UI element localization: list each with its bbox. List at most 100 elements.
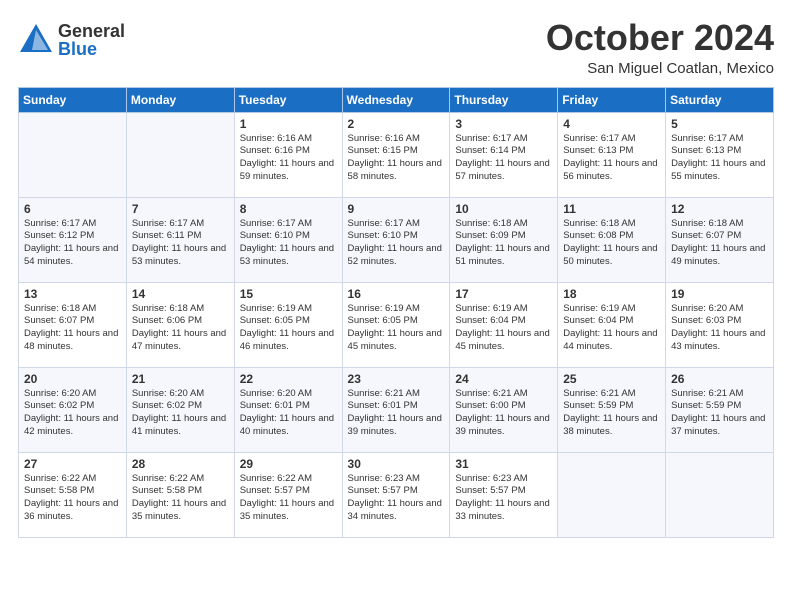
day-number: 28 (132, 457, 229, 471)
day-info: Sunrise: 6:17 AM Sunset: 6:13 PM Dayligh… (563, 133, 660, 184)
calendar-week-row: 20Sunrise: 6:20 AM Sunset: 6:02 PM Dayli… (19, 367, 774, 452)
day-info: Sunrise: 6:20 AM Sunset: 6:03 PM Dayligh… (671, 303, 768, 354)
location-title: San Miguel Coatlan, Mexico (546, 60, 774, 77)
day-info: Sunrise: 6:17 AM Sunset: 6:13 PM Dayligh… (671, 133, 768, 184)
table-row: 25 Sunrise: 6:21 AM Sunset: 5:59 PM Dayli… (558, 367, 666, 452)
day-number: 6 (24, 202, 121, 216)
table-row: 15 Sunrise: 6:19 AM Sunset: 6:05 PM Dayli… (234, 282, 342, 367)
day-info: Sunrise: 6:17 AM Sunset: 6:11 PM Dayligh… (132, 218, 229, 269)
day-info: Sunrise: 6:21 AM Sunset: 6:01 PM Dayligh… (348, 388, 445, 439)
day-number: 17 (455, 287, 552, 301)
col-tuesday: Tuesday (234, 87, 342, 112)
day-number: 1 (240, 117, 337, 131)
col-monday: Monday (126, 87, 234, 112)
table-row: 11 Sunrise: 6:18 AM Sunset: 6:08 PM Dayli… (558, 197, 666, 282)
logo-general-text: General (58, 22, 125, 40)
day-info: Sunrise: 6:23 AM Sunset: 5:57 PM Dayligh… (348, 473, 445, 524)
day-info: Sunrise: 6:23 AM Sunset: 5:57 PM Dayligh… (455, 473, 552, 524)
table-row: 3 Sunrise: 6:17 AM Sunset: 6:14 PM Daylig… (450, 112, 558, 197)
day-number: 13 (24, 287, 121, 301)
table-row: 13 Sunrise: 6:18 AM Sunset: 6:07 PM Dayli… (19, 282, 127, 367)
day-info: Sunrise: 6:19 AM Sunset: 6:04 PM Dayligh… (455, 303, 552, 354)
col-thursday: Thursday (450, 87, 558, 112)
day-info: Sunrise: 6:22 AM Sunset: 5:57 PM Dayligh… (240, 473, 337, 524)
day-info: Sunrise: 6:18 AM Sunset: 6:06 PM Dayligh… (132, 303, 229, 354)
day-number: 10 (455, 202, 552, 216)
calendar-week-row: 6 Sunrise: 6:17 AM Sunset: 6:12 PM Daylig… (19, 197, 774, 282)
table-row: 31 Sunrise: 6:23 AM Sunset: 5:57 PM Dayli… (450, 452, 558, 537)
day-info: Sunrise: 6:18 AM Sunset: 6:07 PM Dayligh… (24, 303, 121, 354)
day-number: 29 (240, 457, 337, 471)
day-number: 15 (240, 287, 337, 301)
calendar-week-row: 1 Sunrise: 6:16 AM Sunset: 6:16 PM Daylig… (19, 112, 774, 197)
day-number: 22 (240, 372, 337, 386)
day-info: Sunrise: 6:21 AM Sunset: 5:59 PM Dayligh… (563, 388, 660, 439)
day-info: Sunrise: 6:18 AM Sunset: 6:08 PM Dayligh… (563, 218, 660, 269)
day-info: Sunrise: 6:19 AM Sunset: 6:04 PM Dayligh… (563, 303, 660, 354)
logo-icon (18, 22, 54, 58)
table-row: 16Sunrise: 6:19 AM Sunset: 6:05 PM Dayli… (342, 282, 450, 367)
day-info: Sunrise: 6:22 AM Sunset: 5:58 PM Dayligh… (24, 473, 121, 524)
table-row: 8Sunrise: 6:17 AM Sunset: 6:10 PM Daylig… (234, 197, 342, 282)
day-number: 26 (671, 372, 768, 386)
day-info: Sunrise: 6:18 AM Sunset: 6:09 PM Dayligh… (455, 218, 552, 269)
day-info: Sunrise: 6:17 AM Sunset: 6:10 PM Dayligh… (240, 218, 337, 269)
col-friday: Friday (558, 87, 666, 112)
day-number: 11 (563, 202, 660, 216)
day-number: 4 (563, 117, 660, 131)
table-row: 22 Sunrise: 6:20 AM Sunset: 6:01 PM Dayli… (234, 367, 342, 452)
table-row: 1 Sunrise: 6:16 AM Sunset: 6:16 PM Daylig… (234, 112, 342, 197)
day-info: Sunrise: 6:17 AM Sunset: 6:12 PM Dayligh… (24, 218, 121, 269)
logo: General Blue (18, 22, 125, 58)
table-row: 20Sunrise: 6:20 AM Sunset: 6:02 PM Dayli… (19, 367, 127, 452)
day-info: Sunrise: 6:17 AM Sunset: 6:14 PM Dayligh… (455, 133, 552, 184)
day-number: 19 (671, 287, 768, 301)
day-number: 7 (132, 202, 229, 216)
day-info: Sunrise: 6:20 AM Sunset: 6:02 PM Dayligh… (24, 388, 121, 439)
day-number: 2 (348, 117, 445, 131)
title-area: October 2024 San Miguel Coatlan, Mexico (546, 18, 774, 77)
col-saturday: Saturday (666, 87, 774, 112)
day-number: 23 (348, 372, 445, 386)
table-row: 5 Sunrise: 6:17 AM Sunset: 6:13 PM Daylig… (666, 112, 774, 197)
day-info: Sunrise: 6:21 AM Sunset: 5:59 PM Dayligh… (671, 388, 768, 439)
table-row: 29 Sunrise: 6:22 AM Sunset: 5:57 PM Dayli… (234, 452, 342, 537)
day-number: 27 (24, 457, 121, 471)
day-number: 24 (455, 372, 552, 386)
page: General Blue October 2024 San Miguel Coa… (0, 0, 792, 612)
table-row (558, 452, 666, 537)
header: General Blue October 2024 San Miguel Coa… (18, 18, 774, 77)
day-number: 14 (132, 287, 229, 301)
table-row: 2 Sunrise: 6:16 AM Sunset: 6:15 PM Daylig… (342, 112, 450, 197)
col-wednesday: Wednesday (342, 87, 450, 112)
calendar-week-row: 13 Sunrise: 6:18 AM Sunset: 6:07 PM Dayli… (19, 282, 774, 367)
month-title: October 2024 (546, 18, 774, 58)
day-number: 9 (348, 202, 445, 216)
day-number: 25 (563, 372, 660, 386)
day-info: Sunrise: 6:19 AM Sunset: 6:05 PM Dayligh… (240, 303, 337, 354)
table-row: 28Sunrise: 6:22 AM Sunset: 5:58 PM Dayli… (126, 452, 234, 537)
day-info: Sunrise: 6:16 AM Sunset: 6:16 PM Dayligh… (240, 133, 337, 184)
day-number: 31 (455, 457, 552, 471)
calendar-table: Sunday Monday Tuesday Wednesday Thursday… (18, 87, 774, 538)
day-number: 18 (563, 287, 660, 301)
table-row: 26 Sunrise: 6:21 AM Sunset: 5:59 PM Dayli… (666, 367, 774, 452)
day-number: 16 (348, 287, 445, 301)
day-number: 30 (348, 457, 445, 471)
table-row: 10 Sunrise: 6:18 AM Sunset: 6:09 PM Dayli… (450, 197, 558, 282)
table-row: 27 Sunrise: 6:22 AM Sunset: 5:58 PM Dayli… (19, 452, 127, 537)
day-number: 3 (455, 117, 552, 131)
table-row (126, 112, 234, 197)
logo-blue-text: Blue (58, 40, 125, 58)
day-info: Sunrise: 6:20 AM Sunset: 6:01 PM Dayligh… (240, 388, 337, 439)
table-row (19, 112, 127, 197)
day-number: 21 (132, 372, 229, 386)
day-info: Sunrise: 6:21 AM Sunset: 6:00 PM Dayligh… (455, 388, 552, 439)
day-info: Sunrise: 6:16 AM Sunset: 6:15 PM Dayligh… (348, 133, 445, 184)
table-row: 23 Sunrise: 6:21 AM Sunset: 6:01 PM Dayli… (342, 367, 450, 452)
table-row: 6 Sunrise: 6:17 AM Sunset: 6:12 PM Daylig… (19, 197, 127, 282)
day-number: 5 (671, 117, 768, 131)
calendar-header-row: Sunday Monday Tuesday Wednesday Thursday… (19, 87, 774, 112)
day-info: Sunrise: 6:20 AM Sunset: 6:02 PM Dayligh… (132, 388, 229, 439)
table-row: 17 Sunrise: 6:19 AM Sunset: 6:04 PM Dayli… (450, 282, 558, 367)
